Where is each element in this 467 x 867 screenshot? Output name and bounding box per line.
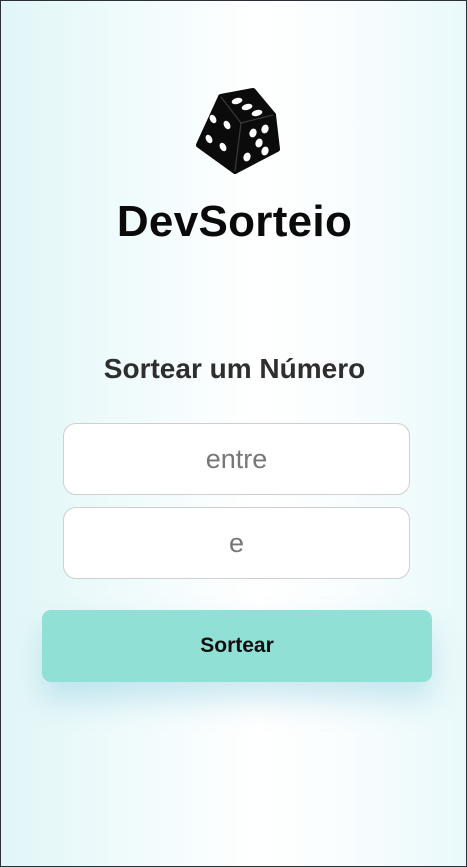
dice-icon (196, 88, 280, 174)
max-number-input[interactable] (63, 507, 410, 579)
draw-button[interactable]: Sortear (42, 610, 432, 682)
app-container: DevSorteio Sortear um Número Sortear (0, 0, 467, 867)
section-title: Sortear um Número (103, 353, 366, 384)
brand-title: DevSorteio (116, 197, 353, 246)
min-number-input[interactable] (63, 423, 410, 495)
